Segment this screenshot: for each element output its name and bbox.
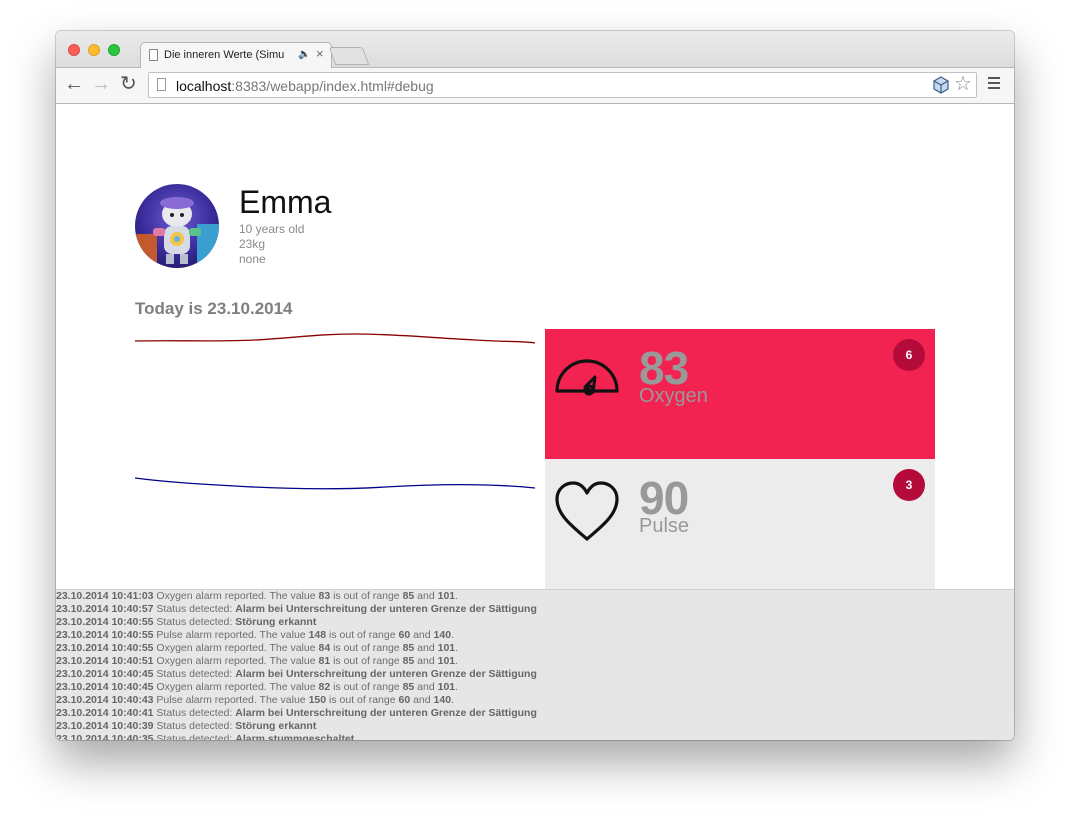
log-entry: 23.10.2014 10:40:57 Status detected: Ala… bbox=[56, 603, 537, 615]
oxygen-alarm-badge[interactable]: 6 bbox=[893, 339, 925, 371]
new-tab-button[interactable] bbox=[328, 47, 370, 65]
speedometer-icon bbox=[555, 359, 619, 396]
debug-log-panel[interactable]: 23.10.2014 10:41:03 Oxygen alarm reporte… bbox=[56, 589, 1014, 740]
patient-note: none bbox=[239, 252, 266, 266]
log-value: 83 bbox=[318, 590, 331, 602]
log-value: 101 bbox=[437, 681, 456, 693]
tab-strip: Die inneren Werte (Simu 🔈 × bbox=[56, 31, 1014, 68]
url-text[interactable]: localhost:8383/webapp/index.html#debug bbox=[176, 78, 434, 94]
log-entry: 23.10.2014 10:40:43 Pulse alarm reported… bbox=[56, 694, 454, 706]
patient-age: 10 years old bbox=[239, 222, 305, 236]
log-timestamp: 23.10.2014 10:40:55 bbox=[56, 629, 154, 641]
log-entry: 23.10.2014 10:40:45 Status detected: Ala… bbox=[56, 668, 537, 680]
log-value: 140 bbox=[433, 694, 452, 706]
close-window-button[interactable] bbox=[68, 44, 80, 56]
log-value: 82 bbox=[318, 681, 331, 693]
log-entry: 23.10.2014 10:40:45 Oxygen alarm reporte… bbox=[56, 681, 459, 693]
bookmark-star-icon[interactable]: ☆ bbox=[954, 73, 972, 95]
log-value: 60 bbox=[398, 694, 411, 706]
log-entry: 23.10.2014 10:40:55 Pulse alarm reported… bbox=[56, 629, 454, 641]
log-value: 85 bbox=[402, 642, 415, 654]
oxygen-card[interactable]: 83 Oxygen 6 bbox=[545, 329, 935, 459]
pulse-alarm-badge[interactable]: 3 bbox=[893, 469, 925, 501]
log-timestamp: 23.10.2014 10:40:57 bbox=[56, 603, 154, 615]
pulse-trend-line bbox=[135, 477, 535, 490]
patient-weight: 23kg bbox=[239, 237, 266, 251]
log-timestamp: 23.10.2014 10:40:45 bbox=[56, 681, 154, 693]
log-value: Störung erkannt bbox=[235, 616, 317, 628]
oxygen-label: Oxygen bbox=[639, 385, 708, 407]
browser-tab[interactable]: Die inneren Werte (Simu 🔈 × bbox=[140, 42, 332, 68]
page-icon bbox=[149, 49, 158, 61]
pulse-card[interactable]: 90 Pulse 3 bbox=[545, 459, 935, 590]
log-timestamp: 23.10.2014 10:40:55 bbox=[56, 616, 154, 628]
log-value: Alarm bei Unterschreitung der unteren Gr… bbox=[235, 707, 537, 719]
log-timestamp: 23.10.2014 10:40:39 bbox=[56, 720, 154, 732]
reload-icon[interactable]: ↻ bbox=[120, 73, 137, 95]
page-icon bbox=[157, 78, 166, 91]
log-value: Störung erkannt bbox=[235, 720, 317, 732]
log-entry: 23.10.2014 10:40:55 Oxygen alarm reporte… bbox=[56, 642, 459, 654]
log-value: 81 bbox=[318, 655, 331, 667]
log-value: Alarm bei Unterschreitung der unteren Gr… bbox=[235, 668, 537, 680]
page-content: Emma 10 years old 23kg none Today is 23.… bbox=[56, 104, 1014, 740]
log-value: 101 bbox=[437, 642, 456, 654]
tab-title: Die inneren Werte (Simu bbox=[164, 49, 285, 61]
log-value: 150 bbox=[308, 694, 327, 706]
log-value: 85 bbox=[402, 681, 415, 693]
log-value: 148 bbox=[308, 629, 327, 641]
log-timestamp: 23.10.2014 10:40:55 bbox=[56, 642, 154, 654]
log-value: 101 bbox=[437, 655, 456, 667]
address-bar[interactable]: localhost:8383/webapp/index.html#debug ☆ bbox=[148, 72, 977, 98]
forward-arrow-icon[interactable]: → bbox=[91, 73, 111, 95]
log-value: 60 bbox=[398, 629, 411, 641]
log-entry: 23.10.2014 10:40:35 Status detected: Ala… bbox=[56, 733, 1014, 740]
close-icon[interactable]: × bbox=[316, 46, 324, 61]
log-entry: 23.10.2014 10:40:39 Status detected: Stö… bbox=[56, 720, 317, 732]
pulse-sparkline bbox=[135, 477, 535, 490]
log-timestamp: 23.10.2014 10:40:45 bbox=[56, 668, 154, 680]
heart-icon bbox=[555, 481, 619, 541]
avatar bbox=[135, 184, 219, 268]
log-entry: 23.10.2014 10:40:41 Status detected: Ala… bbox=[56, 707, 537, 719]
log-timestamp: 23.10.2014 10:41:03 bbox=[56, 590, 154, 602]
oxygen-sparkline bbox=[135, 333, 535, 344]
log-timestamp: 23.10.2014 10:40:41 bbox=[56, 707, 154, 719]
log-timestamp: 23.10.2014 10:40:43 bbox=[56, 694, 154, 706]
extension-cube-icon[interactable] bbox=[932, 76, 950, 94]
log-value: 140 bbox=[433, 629, 452, 641]
log-entry: 23.10.2014 10:41:03 Oxygen alarm reporte… bbox=[56, 590, 459, 602]
log-entry: 23.10.2014 10:40:55 Status detected: Stö… bbox=[56, 616, 317, 628]
log-value: 85 bbox=[402, 655, 415, 667]
minimize-window-button[interactable] bbox=[88, 44, 100, 56]
log-value: Alarm bei Unterschreitung der unteren Gr… bbox=[235, 603, 537, 615]
hamburger-menu-icon[interactable] bbox=[988, 77, 1000, 92]
pulse-label: Pulse bbox=[639, 515, 690, 537]
oxygen-trend-line bbox=[135, 333, 535, 344]
speaker-icon[interactable]: 🔈 bbox=[298, 49, 310, 60]
log-entry: 23.10.2014 10:40:51 Oxygen alarm reporte… bbox=[56, 655, 459, 667]
log-value: Alarm stummgeschaltet bbox=[235, 733, 355, 740]
log-value: 85 bbox=[402, 590, 415, 602]
browser-window: Die inneren Werte (Simu 🔈 × ← → ↻ localh… bbox=[56, 31, 1014, 740]
log-timestamp: 23.10.2014 10:40:35 bbox=[56, 733, 154, 740]
browser-toolbar: ← → ↻ localhost:8383/webapp/index.html#d… bbox=[56, 68, 1014, 104]
log-value: 101 bbox=[437, 590, 456, 602]
zoom-window-button[interactable] bbox=[108, 44, 120, 56]
patient-name: Emma bbox=[239, 184, 332, 220]
log-value: 84 bbox=[318, 642, 331, 654]
log-timestamp: 23.10.2014 10:40:51 bbox=[56, 655, 154, 667]
back-arrow-icon[interactable]: ← bbox=[64, 73, 84, 95]
